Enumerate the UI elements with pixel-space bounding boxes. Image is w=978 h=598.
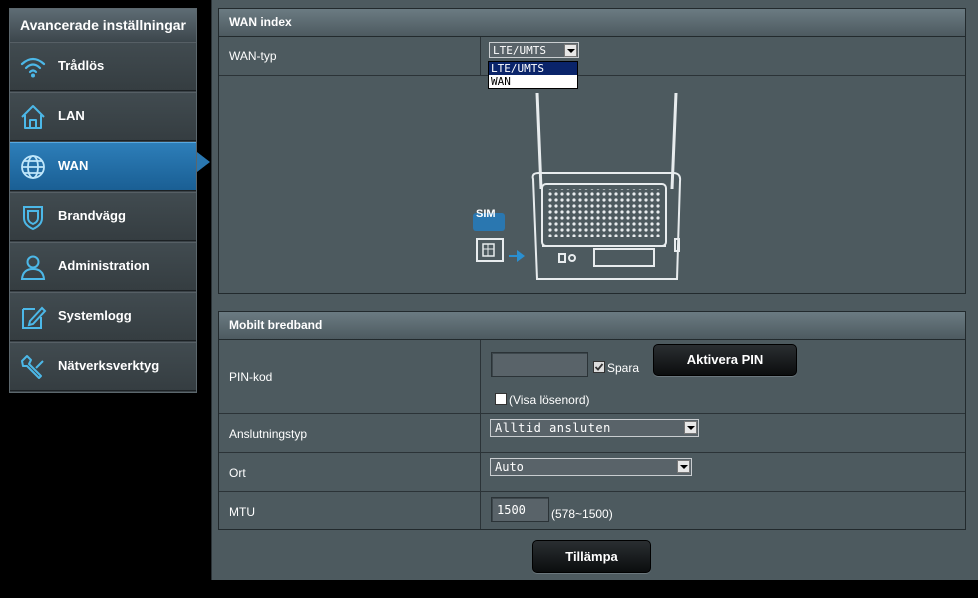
apply-button[interactable]: Tillämpa	[532, 540, 651, 573]
insert-arrow-icon	[509, 250, 525, 262]
sidebar-item-tradlos[interactable]: Trådlös	[10, 42, 196, 91]
user-icon	[20, 255, 46, 280]
shield-icon	[23, 206, 43, 231]
mtu-input[interactable]: 1500	[491, 497, 549, 522]
wan-type-dropdown-list[interactable]: LTE/UMTS WAN	[488, 61, 578, 89]
pin-row: PIN-kod	[219, 340, 965, 414]
sidebar-item-label: LAN	[58, 108, 85, 123]
wan-type-label: WAN-typ	[229, 49, 277, 63]
column-divider	[480, 492, 481, 529]
home-icon	[21, 105, 45, 129]
pin-input[interactable]	[491, 352, 588, 377]
sidebar-item-brandvagg[interactable]: Brandvägg	[10, 192, 196, 241]
edit-icon	[22, 306, 47, 329]
sidebar: Avancerade inställningar Trådlös LAN WAN	[9, 8, 197, 393]
sidebar-item-label: Brandvägg	[58, 208, 126, 223]
sidebar-item-label: WAN	[58, 158, 89, 173]
pin-label: PIN-kod	[229, 370, 273, 384]
location-label: Ort	[229, 466, 246, 480]
column-divider	[480, 414, 481, 452]
column-divider	[480, 453, 481, 491]
sidebar-item-label: Trådlös	[58, 58, 105, 73]
column-divider	[480, 37, 481, 75]
wan-type-option-wan[interactable]: WAN	[489, 75, 577, 88]
sim-card-icon	[476, 238, 504, 262]
sim-label: SIM	[476, 208, 496, 220]
sidebar-item-lan[interactable]: LAN	[10, 92, 196, 141]
wan-index-section: WAN index WAN-typ SIM	[218, 8, 966, 294]
wan-index-header: WAN index	[219, 9, 965, 37]
mobile-broadband-header: Mobilt bredband	[219, 312, 965, 340]
chevron-down-icon[interactable]	[564, 44, 577, 57]
sidebar-item-systemlogg[interactable]: Systemlogg	[10, 292, 196, 341]
mtu-range-hint: (578~1500)	[551, 507, 613, 521]
save-checkbox[interactable]	[593, 361, 605, 373]
sidebar-title: Avancerade inställningar	[10, 9, 196, 43]
sidebar-item-administration[interactable]: Administration	[10, 242, 196, 291]
location-select[interactable]: Auto	[490, 458, 692, 476]
chevron-down-icon[interactable]	[677, 460, 690, 473]
main-panel: WAN index WAN-typ SIM LTE/UMTS Mobilt br…	[211, 0, 978, 580]
wan-type-option-lte[interactable]: LTE/UMTS	[489, 62, 577, 75]
mtu-label: MTU	[229, 505, 255, 519]
sidebar-item-label: Systemlogg	[58, 308, 132, 323]
show-password-label: (Visa lösenord)	[509, 393, 590, 407]
wan-type-row: WAN-typ	[219, 37, 965, 76]
sidebar-item-natverksverktyg[interactable]: Nätverksverktyg	[10, 342, 196, 391]
sidebar-item-wan[interactable]: WAN	[10, 142, 196, 191]
checkmark-icon	[594, 363, 604, 371]
globe-icon	[21, 155, 45, 179]
show-password-checkbox[interactable]	[495, 393, 507, 405]
connection-type-label: Anslutningstyp	[229, 427, 308, 441]
wrench-icon	[21, 355, 44, 379]
router-illustration	[473, 92, 682, 280]
active-indicator-arrow	[197, 152, 210, 172]
wifi-icon	[20, 57, 46, 78]
sidebar-item-label: Administration	[58, 258, 150, 273]
sidebar-item-label: Nätverksverktyg	[58, 358, 160, 373]
save-label: Spara	[607, 361, 640, 375]
chevron-down-icon[interactable]	[684, 421, 697, 434]
wan-type-select[interactable]: LTE/UMTS	[489, 42, 579, 58]
activate-pin-button[interactable]: Aktivera PIN	[653, 344, 797, 376]
connection-type-select[interactable]: Alltid ansluten	[490, 419, 699, 437]
column-divider	[480, 340, 481, 413]
